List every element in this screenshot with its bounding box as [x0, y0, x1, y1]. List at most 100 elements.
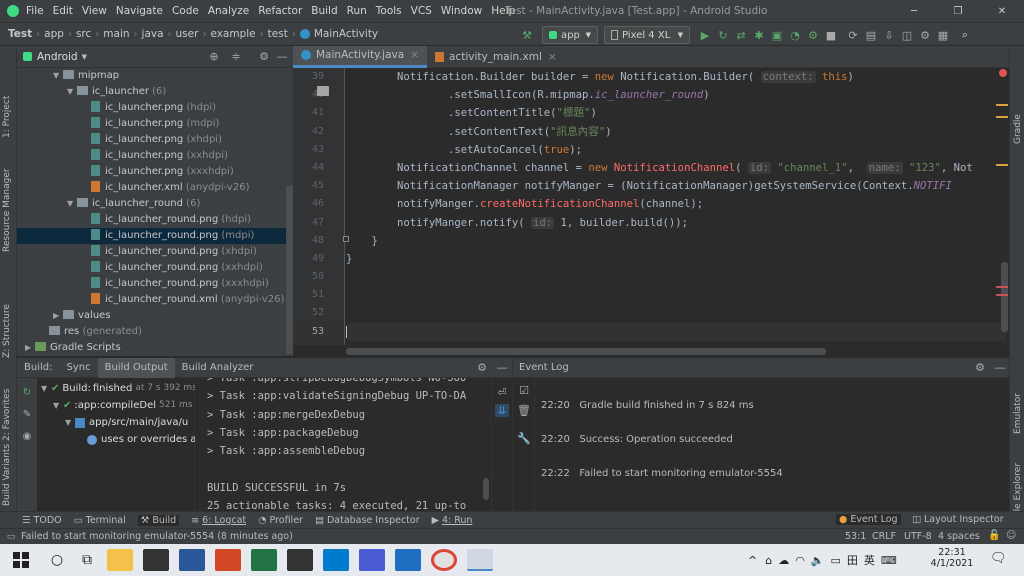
file-encoding[interactable]: UTF-8: [904, 531, 932, 542]
build-console[interactable]: > Task :app:stripDebugDebugSymbols NO-SO…: [195, 378, 495, 511]
chevron-up-icon[interactable]: ^: [748, 554, 757, 567]
tab-sync[interactable]: Sync: [59, 358, 97, 378]
keyboard-icon[interactable]: ⌨: [881, 554, 897, 567]
tab-gradle[interactable]: Gradle: [1013, 114, 1023, 144]
breadcrumb-main[interactable]: main: [103, 28, 129, 40]
battery-icon[interactable]: ▭: [831, 554, 841, 567]
menu-window[interactable]: Window: [441, 5, 482, 17]
attach-debugger-icon[interactable]: ⚙: [806, 29, 820, 42]
wrench-icon[interactable]: 🔧: [517, 432, 531, 445]
tab-structure[interactable]: Z: Structure: [2, 304, 12, 358]
sync-gradle-icon[interactable]: ⟳: [846, 29, 860, 42]
tree-item[interactable]: ic_launcher_round.png (xxhdpi): [17, 260, 293, 276]
store-icon[interactable]: [143, 549, 169, 571]
project-structure-icon[interactable]: ▦: [936, 29, 950, 42]
chrome-icon[interactable]: [431, 549, 457, 571]
tree-item[interactable]: ▼ mipmap: [17, 68, 293, 84]
devtools-icon[interactable]: [359, 549, 385, 571]
tree-item[interactable]: ic_launcher_round.png (mdpi): [17, 228, 293, 244]
hide-icon[interactable]: —: [993, 361, 1007, 374]
line-separator[interactable]: CRLF: [872, 531, 896, 542]
tree-item[interactable]: ▼ ic_launcher_round (6): [17, 196, 293, 212]
windows-start-icon[interactable]: [13, 552, 29, 568]
menu-navigate[interactable]: Navigate: [116, 5, 163, 17]
apply-changes-icon[interactable]: ↻: [716, 29, 730, 42]
menu-code[interactable]: Code: [172, 5, 199, 17]
locate-icon[interactable]: ⊕: [207, 50, 221, 63]
tree-item[interactable]: ▼ ic_launcher (6): [17, 84, 293, 100]
scrollbar[interactable]: [286, 186, 293, 354]
maximize-button[interactable]: ❐: [936, 6, 980, 17]
tree-item[interactable]: ic_launcher.png (xxhdpi): [17, 148, 293, 164]
device-select[interactable]: Pixel 4 XL ▼: [604, 26, 690, 44]
cloud-icon[interactable]: ☁: [778, 554, 789, 567]
tab-build-output[interactable]: Build Output: [97, 357, 175, 378]
breadcrumb-user[interactable]: user: [176, 28, 199, 40]
menu-edit[interactable]: Edit: [53, 5, 73, 17]
collapse-all-icon[interactable]: ≑: [229, 50, 243, 63]
breadcrumb-app[interactable]: app: [44, 28, 64, 40]
network-icon[interactable]: ⌂: [765, 554, 772, 567]
tree-item[interactable]: ic_launcher.png (xhdpi): [17, 132, 293, 148]
tool-event-log[interactable]: ● Event Log: [836, 514, 901, 525]
tool-database-inspector[interactable]: ▤ Database Inspector: [315, 515, 420, 526]
mark-read-icon[interactable]: ☑: [517, 384, 531, 397]
tab-resource-manager[interactable]: Resource Manager: [2, 168, 12, 252]
avd-manager-icon[interactable]: ▤: [864, 29, 878, 42]
apply-code-changes-icon[interactable]: ⇄: [734, 29, 748, 42]
breadcrumb-example[interactable]: example: [210, 28, 255, 40]
terminal-icon[interactable]: [287, 549, 313, 571]
word-icon[interactable]: [179, 549, 205, 571]
close-icon[interactable]: ×: [410, 49, 419, 61]
close-window-button[interactable]: ✕: [980, 6, 1024, 17]
file-explorer-icon[interactable]: [107, 549, 133, 571]
menu-build[interactable]: Build: [311, 5, 337, 17]
indent-setting[interactable]: 4 spaces: [938, 531, 980, 542]
ime-mode-icon[interactable]: 田: [847, 552, 858, 568]
error-indicator-icon[interactable]: [999, 69, 1007, 77]
project-view-select[interactable]: Android: [37, 51, 78, 63]
caret-position[interactable]: 53:1: [845, 531, 866, 542]
tool-build[interactable]: ⚒ Build: [137, 514, 180, 526]
tab-mainactivity-java[interactable]: MainActivity.java ×: [293, 45, 427, 68]
run-icon[interactable]: ▶: [698, 29, 712, 42]
tab-build-variants[interactable]: Build Variants: [2, 444, 12, 506]
tab-build-analyzer[interactable]: Build Analyzer: [175, 358, 261, 378]
tool-todo[interactable]: ☰ TODO: [22, 515, 62, 526]
hammer-icon[interactable]: ⚒: [520, 29, 534, 42]
tab-activity-main-xml[interactable]: activity_main.xml ×: [427, 46, 565, 68]
minimize-button[interactable]: ─: [892, 6, 936, 17]
tree-item[interactable]: ▶ Gradle Scripts: [17, 340, 293, 356]
tree-item[interactable]: ic_launcher.png (mdpi): [17, 116, 293, 132]
tab-favorites[interactable]: 2: Favorites: [2, 389, 12, 441]
inspector-icon[interactable]: ☺: [1006, 530, 1016, 541]
clock[interactable]: 22:31 4/1/2021: [930, 547, 974, 569]
fold-icon[interactable]: [343, 236, 349, 242]
gear-icon[interactable]: ⚙: [257, 50, 271, 63]
hide-icon[interactable]: —: [495, 361, 509, 374]
gear-icon[interactable]: ⚙: [973, 361, 987, 374]
sdk-manager-icon[interactable]: ⇩: [882, 29, 896, 42]
wifi-icon[interactable]: ◠: [795, 554, 805, 567]
excel-icon[interactable]: [251, 549, 277, 571]
notification-icon[interactable]: 🗨: [990, 551, 1007, 566]
tree-item[interactable]: ic_launcher.xml (anydpi-v26): [17, 180, 293, 196]
tree-row[interactable]: ▼ ✔ Build: finished at 7 s 392 ms: [41, 380, 197, 397]
breadcrumb-test-package[interactable]: test: [268, 28, 288, 40]
run-config-select[interactable]: app ▼: [542, 26, 598, 44]
tool-terminal[interactable]: ▭ Terminal: [74, 515, 126, 526]
task-view-icon[interactable]: ⧉: [80, 552, 94, 568]
tab-project[interactable]: 1: Project: [2, 96, 12, 138]
tool-logcat[interactable]: ≡ 6: Logcat: [191, 515, 246, 526]
eye-icon[interactable]: ◉: [20, 428, 34, 445]
status-panel-icon[interactable]: ▭: [4, 532, 18, 542]
tree-item[interactable]: ic_launcher_round.xml (anydpi-v26): [17, 292, 293, 308]
soft-wrap-icon[interactable]: ⏎: [495, 386, 509, 399]
close-icon[interactable]: ×: [548, 51, 557, 63]
menu-tools[interactable]: Tools: [376, 5, 402, 17]
stop-icon[interactable]: ■: [824, 29, 838, 42]
tree-item[interactable]: ic_launcher.png (hdpi): [17, 100, 293, 116]
pin-icon[interactable]: ✎: [20, 406, 34, 423]
breadcrumb-java[interactable]: java: [142, 28, 164, 40]
lock-icon[interactable]: 🔓: [988, 530, 1000, 541]
